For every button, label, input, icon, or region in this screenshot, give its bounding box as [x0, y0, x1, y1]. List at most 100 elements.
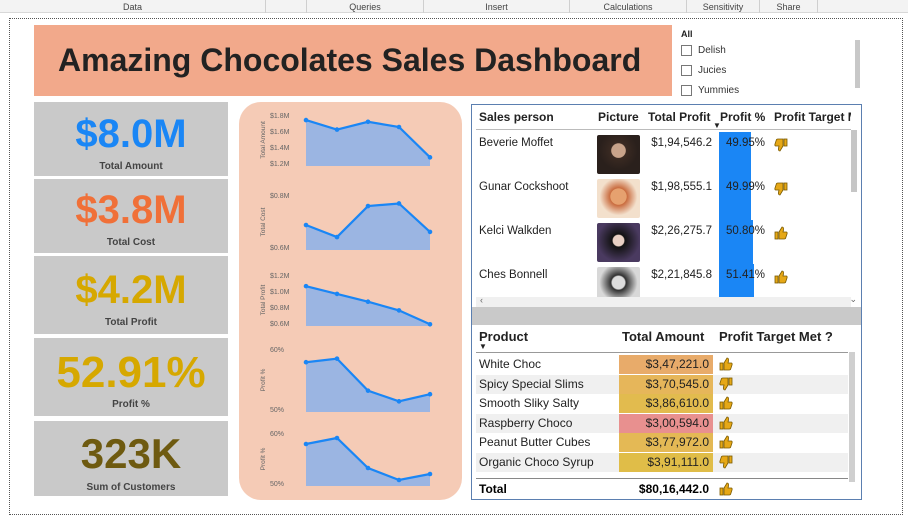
chart-point[interactable] [396, 399, 402, 404]
ribbon-tab-calculations[interactable]: Calculations [570, 0, 687, 13]
sort-desc-icon[interactable]: ▼ [713, 121, 721, 130]
slicer-item-jucies[interactable]: Jucies [681, 65, 726, 76]
chart-point[interactable] [396, 477, 402, 483]
column-header[interactable]: Sales person [479, 110, 554, 124]
chart-axis-label: Profit % [260, 447, 267, 470]
chart-tick-label: $1.8M [270, 113, 290, 120]
kpi-label: Sum of Customers [86, 482, 176, 493]
product-name: Organic Choco Syrup [479, 454, 594, 469]
sort-desc-icon[interactable]: ▼ [479, 342, 487, 351]
chart-point[interactable] [303, 283, 309, 289]
column-header[interactable]: Picture [598, 110, 639, 124]
trend-charts-panel: $1.8M $1.6M $1.4M $1.2M Total Amount $0.8M $0.… [239, 102, 462, 500]
sales-person-name: Kelci Walkden [479, 225, 552, 237]
scroll-down-icon[interactable]: ⌄ [849, 294, 857, 305]
chart-point[interactable] [334, 291, 340, 297]
column-header[interactable]: Profit Target Met ? [719, 329, 833, 344]
profit-pct-cell: 49.95% [726, 137, 766, 149]
table-row[interactable]: Kelci Walkden $2,26,275.7 50.80% [476, 220, 851, 264]
chart-point[interactable] [427, 471, 433, 477]
chart-point[interactable] [303, 359, 309, 365]
kpi-card-total-cost: $3.8M Total Cost [34, 179, 228, 253]
chart-point[interactable] [303, 441, 309, 447]
chart-point[interactable] [427, 321, 433, 327]
kpi-card-customers: 323K Sum of Customers [34, 421, 228, 496]
chart-axis-label: Total Amount [260, 121, 267, 159]
slicer-item-yummies[interactable]: Yummies [681, 85, 739, 96]
chart-point[interactable] [427, 391, 433, 397]
kpi-card-total-amount: $8.0M Total Amount [34, 102, 228, 176]
ribbon-tab-sensitivity[interactable]: Sensitivity [687, 0, 760, 13]
total-profit-cell: $2,26,275.7 [651, 225, 712, 237]
thumbs-up-icon [774, 226, 788, 243]
chart-point[interactable] [427, 229, 433, 235]
column-header[interactable]: Profit % [720, 110, 765, 124]
chart-point[interactable] [396, 308, 402, 313]
checkbox[interactable] [681, 45, 692, 56]
chart-point[interactable] [365, 465, 371, 471]
total-profit-cell: $2,21,845.8 [651, 269, 712, 281]
chart-point[interactable] [303, 117, 309, 123]
chart-tick-label: $1.2M [270, 161, 290, 168]
chart-point[interactable] [334, 234, 340, 240]
thumbs-up-icon [719, 357, 733, 374]
chart-tick-label: 50% [270, 407, 284, 414]
product-table-vscroll[interactable] [849, 352, 855, 482]
product-name: Peanut Butter Cubes [479, 435, 591, 449]
checkbox[interactable] [681, 85, 692, 96]
table-row[interactable]: Gunar Cockshoot $1,98,555.1 49.99% [476, 176, 851, 220]
chart-point[interactable] [365, 388, 371, 393]
column-header[interactable]: Profit Target M [774, 110, 851, 124]
chart-point[interactable] [334, 356, 340, 361]
kpi-label: Total Profit [104, 317, 158, 328]
table-row[interactable]: Smooth Sliky Salty $3,86,610.0 [476, 394, 848, 413]
title-banner: Amazing Chocolates Sales Dashboard [34, 25, 672, 96]
slicer-header: All [681, 29, 693, 39]
chart-tick-label: $0.6M [270, 245, 290, 252]
scroll-left-icon[interactable]: ‹ [480, 295, 483, 305]
ribbon-tab-insert[interactable]: Insert [424, 0, 570, 13]
checkbox[interactable] [681, 65, 692, 76]
chart-point[interactable] [427, 155, 433, 160]
kpi-value: $8.0M [75, 112, 187, 156]
product-name: Raspberry Choco [479, 415, 573, 430]
chart-point[interactable] [396, 201, 402, 206]
slicer-item-delish[interactable]: Delish [681, 45, 726, 56]
chart-point[interactable] [303, 222, 309, 228]
kpi-card-profit-pct: 52.91% Profit % [34, 338, 228, 416]
ribbon-tab-share[interactable]: Share [760, 0, 818, 13]
slicer-item-label: Delish [698, 45, 726, 56]
thumbs-up-icon [719, 396, 733, 413]
table-row[interactable]: Peanut Butter Cubes $3,77,972.0 [476, 433, 848, 452]
ribbon-tab-queries[interactable]: Queries [306, 0, 424, 13]
kpi-value: $3.8M [75, 188, 187, 232]
chart-tick-label: 50% [270, 481, 284, 488]
profit-pct-cell: 49.99% [726, 181, 766, 193]
table-row[interactable]: Organic Choco Syrup $3,91,111.0 [476, 452, 848, 472]
table-row[interactable]: Beverie Moffet $1,94,546.2 49.95% [476, 132, 851, 176]
sales-table-vscroll[interactable] [851, 130, 857, 192]
chart-point[interactable] [365, 119, 371, 125]
kpi-card-total-profit: $4.2M Total Profit [34, 256, 228, 334]
chart-point[interactable] [334, 435, 340, 441]
chart-point[interactable] [334, 127, 340, 132]
thumbs-down-icon [774, 138, 788, 155]
slicer-scrollbar[interactable] [855, 40, 860, 88]
avatar [597, 223, 640, 262]
column-header[interactable]: Total Amount [622, 329, 704, 344]
ribbon-tab-data[interactable]: Data [0, 0, 266, 13]
table-header: Product Total Amount Profit Target Met ?… [476, 326, 848, 353]
total-amount-cell: $3,86,610.0 [619, 394, 713, 413]
sales-table-hscroll[interactable]: ‹ ⌄ [476, 294, 857, 307]
sales-person-name: Gunar Cockshoot [479, 181, 569, 193]
table-separator [472, 307, 861, 325]
chart-point[interactable] [396, 124, 402, 130]
chart-area [306, 438, 430, 486]
chart-point[interactable] [365, 299, 371, 305]
chart-point[interactable] [365, 203, 371, 209]
table-row[interactable]: Spicy Special Slims $3,70,545.0 [476, 374, 848, 394]
table-row[interactable]: White Choc $3,47,221.0 [476, 355, 848, 374]
table-row[interactable]: Raspberry Choco $3,00,594.0 [476, 413, 848, 433]
table-row[interactable]: Ches Bonnell $2,21,845.8 51.41% [476, 264, 851, 298]
column-header[interactable]: Total Profit [648, 110, 710, 124]
